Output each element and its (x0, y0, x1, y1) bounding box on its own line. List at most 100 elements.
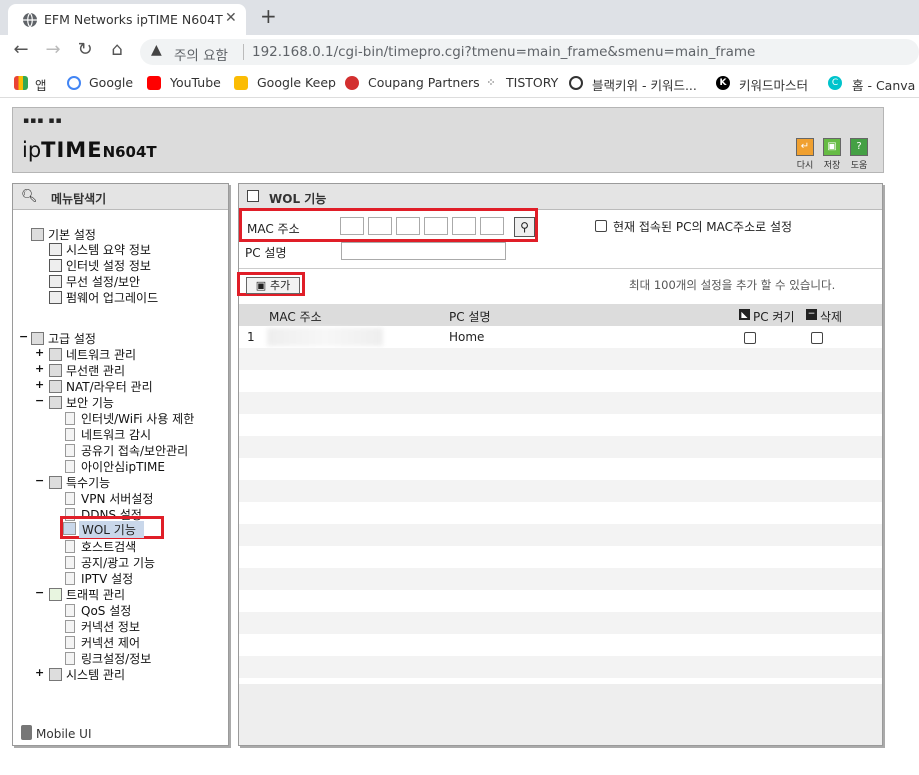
new-tab-icon[interactable]: + (260, 4, 277, 28)
mac-octet-4[interactable] (424, 217, 448, 235)
mac-search-button[interactable]: ⚲ (514, 217, 535, 237)
tree-nat-router[interactable]: NAT/라우터 관리 (49, 378, 153, 395)
tree-item-system-summary[interactable]: 시스템 요약 정보 (49, 241, 151, 258)
pc-desc-input[interactable] (341, 242, 506, 260)
coupang-icon[interactable] (345, 76, 359, 90)
expand-icon[interactable]: + (35, 362, 44, 375)
tree-item-internet-info[interactable]: 인터넷 설정 정보 (49, 257, 151, 274)
tree-special-features[interactable]: 특수기능 (49, 474, 110, 491)
collapse-icon[interactable]: − (35, 394, 44, 407)
tree-label: 펌웨어 업그레이드 (66, 291, 159, 305)
tree-item-qos[interactable]: QoS 설정 (65, 602, 131, 619)
tree-security[interactable]: 보안 기능 (49, 394, 114, 411)
page-icon (65, 540, 75, 553)
home-icon[interactable]: ⌂ (106, 39, 128, 60)
blackkiwi-icon[interactable] (569, 76, 583, 90)
bookmark-canva[interactable]: 홈 - Canva (852, 75, 915, 94)
tistory-icon[interactable]: ⁘ (484, 76, 498, 90)
tree-label: QoS 설정 (81, 604, 132, 618)
table-row-empty (239, 568, 882, 590)
tree-system-management[interactable]: 시스템 관리 (49, 666, 125, 683)
col-delete: 삭제 (820, 310, 843, 324)
bookmark-coupang[interactable]: Coupang Partners (368, 75, 480, 90)
reload-icon[interactable]: ↻ (74, 39, 96, 60)
mac-octet-1[interactable] (340, 217, 364, 235)
tree-item-host-search[interactable]: 호스트검색 (65, 538, 136, 555)
mac-octet-5[interactable] (452, 217, 476, 235)
tree-item-ianshim[interactable]: 아이안심ipTIME (65, 458, 165, 475)
current-pc-checkbox[interactable] (595, 220, 607, 232)
apps-icon[interactable] (14, 76, 28, 90)
mac-octet-6[interactable] (480, 217, 504, 235)
collapse-icon[interactable]: − (35, 586, 44, 599)
canva-icon[interactable]: C (828, 76, 842, 90)
tree-item-vpn[interactable]: VPN 서버설정 (65, 490, 153, 507)
collapse-icon[interactable]: − (35, 474, 44, 487)
wol-panel-header: WOL 기능 (239, 184, 882, 210)
bookmark-tistory[interactable]: TISTORY (506, 75, 558, 90)
tree-label: 네트워크 관리 (66, 348, 137, 362)
tree-label: 특수기능 (66, 476, 111, 490)
url-text[interactable]: 192.168.0.1/cgi-bin/timepro.cgi?tmenu=ma… (252, 44, 755, 60)
row-power-checkbox[interactable] (744, 332, 756, 344)
security-label[interactable]: 주의 요함 (174, 44, 228, 64)
tree-traffic-management[interactable]: 트래픽 관리 (49, 586, 125, 603)
folder-icon (49, 348, 62, 361)
tree-item-link-settings[interactable]: 링크설정/정보 (65, 650, 151, 667)
back-icon[interactable]: ← (10, 39, 32, 60)
bookmark-keep[interactable]: Google Keep (257, 75, 336, 90)
wol-panel-title: WOL 기능 (269, 192, 327, 206)
close-tab-icon[interactable]: ✕ (225, 10, 237, 26)
tree-item-notice-ad[interactable]: 공지/광고 기능 (65, 554, 155, 571)
tree-item-connection-control[interactable]: 커넥션 제어 (65, 634, 140, 651)
tree-item-router-access[interactable]: 공유기 접속/보안관리 (65, 442, 188, 459)
tree-item-connection-info[interactable]: 커넥션 정보 (65, 618, 140, 635)
keep-icon[interactable] (234, 76, 248, 90)
tree-wireless-management[interactable]: 무선랜 관리 (49, 362, 125, 379)
tab-efm-networks[interactable]: EFM Networks ipTIME N604T ✕ (8, 4, 246, 35)
tree-item-wireless-security[interactable]: 무선 설정/보안 (49, 273, 140, 290)
collapse-icon[interactable]: − (19, 330, 28, 343)
tree-item-access-limit[interactable]: 인터넷/WiFi 사용 제한 (65, 410, 194, 427)
address-bar[interactable]: ▲ 주의 요함 192.168.0.1/cgi-bin/timepro.cgi?… (140, 39, 919, 65)
expand-icon[interactable]: + (35, 346, 44, 359)
add-label: 추가 (269, 279, 291, 292)
tree-label: 커넥션 제어 (81, 636, 141, 650)
tree-item-wol-selected[interactable]: WOL 기능 (60, 516, 164, 539)
youtube-icon[interactable] (147, 76, 161, 90)
tab-title: EFM Networks ipTIME N604T (44, 12, 223, 27)
google-icon[interactable] (67, 76, 81, 90)
warning-icon[interactable]: ▲ (151, 42, 162, 58)
undo-button[interactable]: ↵ 다시 (794, 138, 816, 171)
tree-label: 보안 기능 (66, 396, 114, 410)
tree-network-management[interactable]: 네트워크 관리 (49, 346, 136, 363)
help-button[interactable]: ? 도움 (848, 138, 870, 171)
tree-item-network-watch[interactable]: 네트워크 감시 (65, 426, 151, 443)
bookmark-google[interactable]: Google (89, 75, 133, 90)
forward-icon[interactable]: → (42, 39, 64, 60)
keywordmaster-icon[interactable]: K (716, 76, 730, 90)
table-row-empty (239, 414, 882, 436)
expand-icon[interactable]: + (35, 666, 44, 679)
row-desc: Home (449, 330, 485, 344)
table-footer (239, 684, 882, 745)
row-delete-checkbox[interactable] (811, 332, 823, 344)
tree-advanced-settings[interactable]: 고급 설정 (31, 330, 96, 347)
add-button[interactable]: ▣ 추가 (246, 277, 300, 294)
bookmark-apps[interactable]: 앱 (35, 75, 47, 94)
save-button[interactable]: ▣ 저장 (821, 138, 843, 171)
logo-mark: ▪▪▪ ▪▪ (23, 116, 63, 126)
mobile-ui-link[interactable]: Mobile UI (21, 725, 92, 741)
tree-item-iptv[interactable]: IPTV 설정 (65, 570, 133, 587)
bookmark-youtube[interactable]: YouTube (170, 75, 221, 90)
tree-item-firmware-upgrade[interactable]: 펌웨어 업그레이드 (49, 289, 158, 306)
bookmark-keywordmaster[interactable]: 키워드마스터 (739, 75, 808, 94)
table-row-empty (239, 436, 882, 458)
folder-icon (31, 228, 44, 241)
tree-label: 인터넷/WiFi 사용 제한 (81, 412, 195, 426)
mac-octet-3[interactable] (396, 217, 420, 235)
tree-label: 인터넷 설정 정보 (66, 259, 151, 273)
bookmark-blackkiwi[interactable]: 블랙키위 - 키워드... (592, 75, 697, 94)
mac-octet-2[interactable] (368, 217, 392, 235)
expand-icon[interactable]: + (35, 378, 44, 391)
